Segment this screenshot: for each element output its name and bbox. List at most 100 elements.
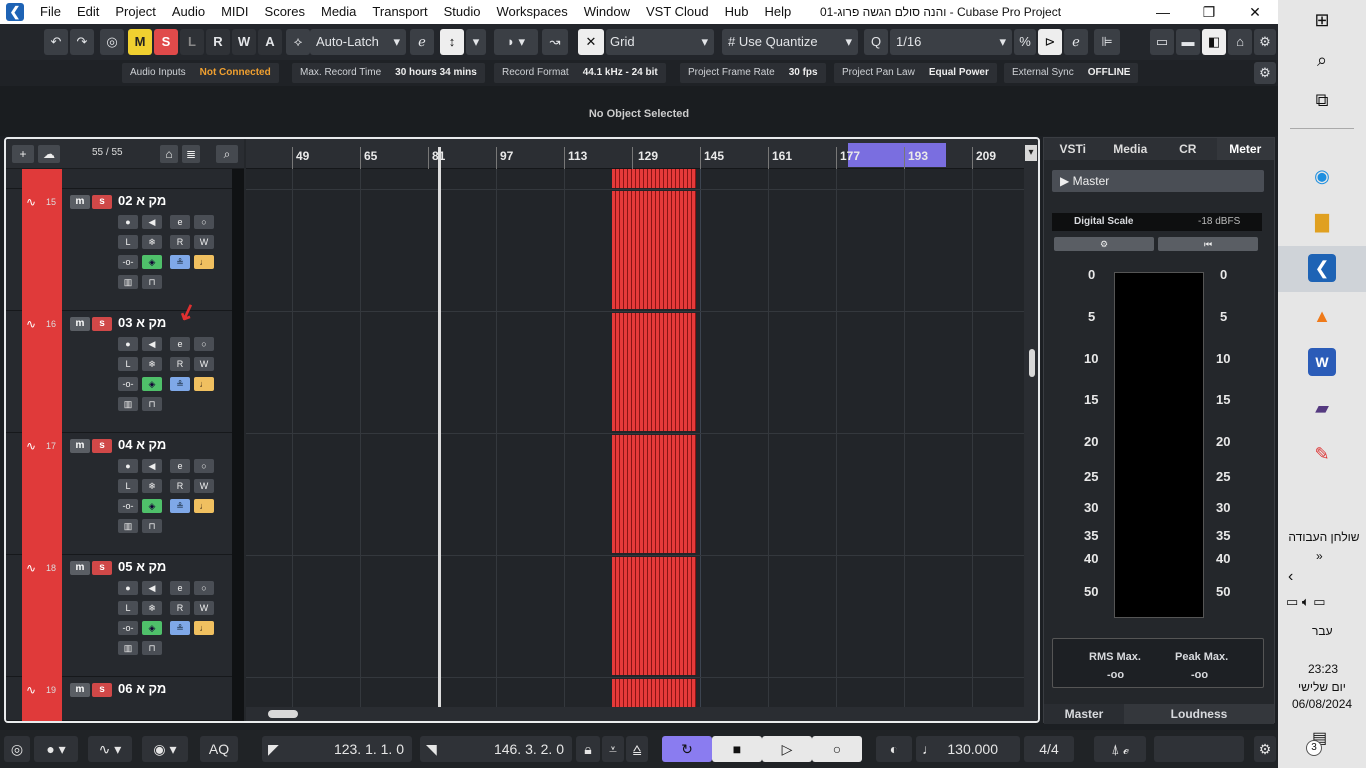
app-icon[interactable]: ✎ [1308, 440, 1336, 468]
inserts-icon[interactable]: -o- [118, 621, 138, 635]
ruler[interactable]: 49 65 81 97 113 129 145 161 177 193 209 [246, 139, 1026, 169]
track-name[interactable]: מק א 04 [118, 437, 166, 452]
edit-channel-icon[interactable]: e [170, 337, 190, 351]
lower-zone-icon[interactable]: ▬ [1176, 29, 1200, 55]
constrain-icon[interactable]: ◎ [4, 736, 30, 762]
inserts-icon[interactable]: -o- [118, 255, 138, 269]
aq-button[interactable]: AQ [200, 736, 238, 762]
vertical-scrollbar[interactable]: ▾ [1024, 139, 1038, 721]
monitor-icon[interactable]: ◀ [142, 581, 162, 595]
voice-tool-icon[interactable]: ◗ ▾ [494, 29, 538, 55]
clock-time[interactable]: 23:23 [1308, 662, 1338, 676]
record-icon[interactable]: ○ [812, 736, 862, 762]
time-display[interactable] [1154, 736, 1244, 762]
solo-button[interactable]: s [92, 683, 112, 697]
home-icon[interactable]: ⌂ [160, 145, 178, 163]
tab-loudness[interactable]: Loudness [1124, 704, 1274, 724]
listen-button[interactable]: L [180, 29, 204, 55]
mute-button[interactable]: m [70, 195, 90, 209]
monitor-icon[interactable]: ◀ [142, 337, 162, 351]
left-zone-icon[interactable]: ▭ [1150, 29, 1174, 55]
clock-day[interactable]: יום שלישי [1298, 680, 1346, 694]
eq-icon[interactable]: ◈ [142, 255, 162, 269]
edit-channel-icon[interactable]: e [170, 581, 190, 595]
punch-out-icon[interactable]: ⩠ [626, 736, 648, 762]
solo-button[interactable]: s [92, 317, 112, 331]
track-name[interactable]: מק א 03 [118, 315, 166, 330]
read-icon[interactable]: R [170, 479, 190, 493]
lock-icon[interactable]: ⊓ [142, 641, 162, 655]
audio-inputs-status[interactable]: Audio Inputs Not Connected [122, 63, 279, 83]
tab-media[interactable]: Media [1101, 138, 1159, 160]
lock-time-icon[interactable]: L [118, 235, 138, 249]
menu-workspaces[interactable]: Workspaces [488, 0, 575, 24]
lock-time-icon[interactable]: L [118, 479, 138, 493]
track-row[interactable]: ∿ 17 m s מק א 04 ● ◀ e ○ L ❄ R W -o- ◈ ≗… [6, 433, 244, 555]
sends-icon[interactable]: ≗ [170, 499, 190, 513]
lock-time-icon[interactable]: L [118, 357, 138, 371]
track-row[interactable]: ∿ 19 m s מק א 06 [6, 677, 244, 721]
track-row[interactable]: ∿ 15 m s מק א 02 ● ◀ e ○ L ❄ R W -o- ◈ ≗… [6, 189, 244, 311]
max-record-status[interactable]: Max. Record Time 30 hours 34 mins [292, 63, 485, 83]
lane-icon[interactable]: ○ [194, 337, 214, 351]
audio-event[interactable] [612, 557, 696, 675]
chevron-down-icon[interactable]: ▾ [1025, 145, 1037, 161]
word-icon[interactable]: W [1308, 348, 1336, 376]
record-enable-icon[interactable]: ● [118, 459, 138, 473]
monitor-icon[interactable]: ◀ [142, 215, 162, 229]
minimize-button[interactable]: — [1140, 0, 1186, 24]
snap-type-select[interactable]: Grid ▾ [606, 29, 714, 55]
solo-all-button[interactable]: S [154, 29, 178, 55]
edge-icon[interactable]: ◉ [1308, 162, 1336, 190]
menu-file[interactable]: File [32, 0, 69, 24]
punch-in-icon[interactable]: ⩡ [602, 736, 624, 762]
master-header[interactable]: ▶ Master [1052, 170, 1264, 192]
language-indicator[interactable]: עבר [1312, 624, 1333, 638]
lane-icon[interactable]: ○ [194, 215, 214, 229]
list-icon[interactable]: ≣ [182, 145, 200, 163]
chevron-down-icon[interactable]: » [1316, 549, 1323, 563]
metronome-icon[interactable]: ⍋ ℯ [1094, 736, 1146, 762]
task-view-icon[interactable]: ⧉ [1308, 86, 1336, 114]
add-track-icon[interactable]: + [12, 145, 34, 163]
mute-button[interactable]: m [70, 317, 90, 331]
autoscroll-icon[interactable]: ↝ [542, 29, 568, 55]
redo-icon[interactable]: ↷ [70, 29, 94, 55]
horizontal-scrollbar[interactable] [246, 707, 1024, 721]
read-icon[interactable]: R [170, 601, 190, 615]
inserts-icon[interactable]: -o- [118, 377, 138, 391]
gear-icon[interactable]: ⚙ [1054, 237, 1154, 251]
lane-icon[interactable]: ○ [194, 581, 214, 595]
file-explorer-icon[interactable]: ▇ [1308, 208, 1336, 236]
timebase-icon[interactable]: ♩ [194, 377, 214, 391]
chevron-left-icon[interactable]: ‹ [1288, 568, 1293, 586]
tab-master[interactable]: Master [1044, 704, 1124, 724]
read-icon[interactable]: R [170, 357, 190, 371]
record-enable-icon[interactable]: ● [118, 215, 138, 229]
quantize-mode-select[interactable]: # Use Quantize ▾ [722, 29, 858, 55]
click-icon[interactable]: ◐ [876, 736, 912, 762]
mute-button[interactable]: m [70, 439, 90, 453]
lock-icon[interactable]: ⊓ [142, 397, 162, 411]
right-zone-icon[interactable]: ◧ [1202, 29, 1226, 55]
edit-icon[interactable]: ℯ [410, 29, 434, 55]
play-icon[interactable]: ▷ [762, 736, 812, 762]
lock-time-icon[interactable]: L [118, 601, 138, 615]
right-locator[interactable]: ◥ 146. 3. 2. 0 [420, 736, 572, 762]
menu-transport[interactable]: Transport [364, 0, 435, 24]
track-list-divider[interactable] [232, 169, 244, 721]
app-icon[interactable]: ▰ [1308, 394, 1336, 422]
eq-icon[interactable]: ◈ [142, 499, 162, 513]
automation-mode-select[interactable]: Auto-Latch ▾ [310, 29, 406, 55]
cubase-app-icon[interactable]: ❮ [1308, 254, 1336, 282]
freeze-icon[interactable]: ❄ [142, 479, 162, 493]
tab-cr[interactable]: CR [1159, 138, 1217, 160]
cycle-icon[interactable]: ↻ [662, 736, 712, 762]
lock-icon[interactable]: ⊓ [142, 519, 162, 533]
freeze-icon[interactable]: ❄ [142, 601, 162, 615]
solo-button[interactable]: s [92, 195, 112, 209]
reset-icon[interactable]: ⏮ [1158, 237, 1258, 251]
pan-law-status[interactable]: Project Pan Law Equal Power [834, 63, 997, 83]
menu-audio[interactable]: Audio [164, 0, 213, 24]
write-icon[interactable]: W [194, 357, 214, 371]
